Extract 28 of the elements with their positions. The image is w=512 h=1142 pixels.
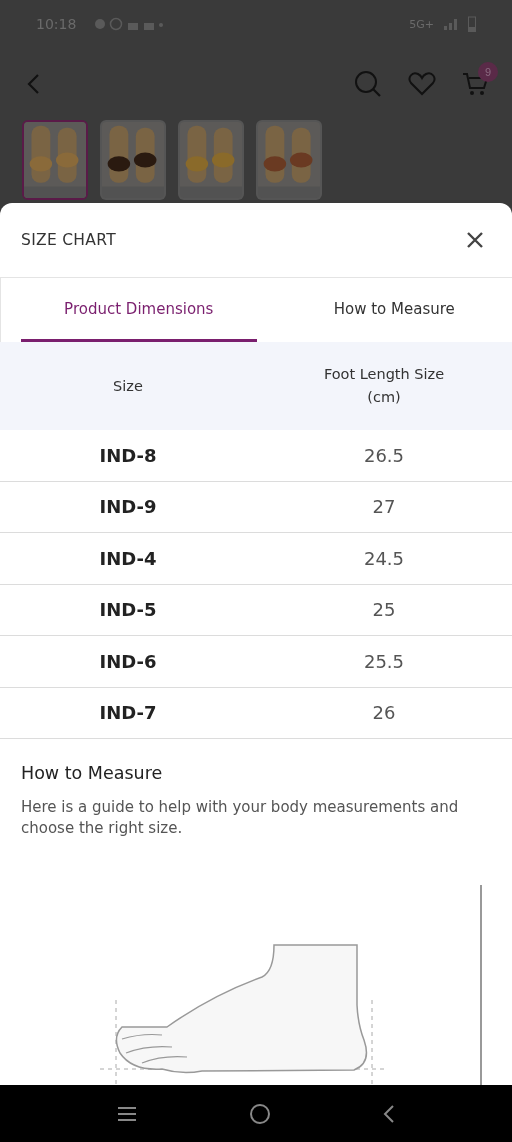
table-cell-text: IND-9 xyxy=(98,496,158,518)
search-button[interactable] xyxy=(354,70,382,98)
signal-icon xyxy=(444,18,458,30)
table-cell-text: IND-8 xyxy=(98,444,158,466)
recents-icon[interactable] xyxy=(115,1104,138,1123)
back-button[interactable] xyxy=(26,73,40,95)
section-heading: How to Measure xyxy=(21,763,164,783)
notification-icon xyxy=(94,17,165,31)
table-cell-text: 26 xyxy=(371,702,397,724)
table-cell-text: IND-6 xyxy=(98,650,158,672)
guide-text: Here is a guide to help with your body measurements and choose the right size. xyxy=(21,797,460,839)
table-cell-text: 27 xyxy=(371,496,397,518)
wishlist-button[interactable] xyxy=(408,72,436,96)
table-cell-text: IND-5 xyxy=(98,599,158,621)
table-cell-text: 25.5 xyxy=(362,650,406,672)
column-header: Size xyxy=(112,376,144,396)
sheet-title: SIZE CHART xyxy=(21,231,116,249)
cart-count-badge: 9 xyxy=(478,62,498,82)
table-cell-text: IND-7 xyxy=(98,702,158,724)
back-icon[interactable] xyxy=(382,1102,397,1125)
table-cell-text: 25 xyxy=(371,599,397,621)
table-cell-text: 24.5 xyxy=(362,547,406,569)
table-cell-text: IND-4 xyxy=(98,547,158,569)
table-cell-text: 26.5 xyxy=(362,444,406,466)
home-icon[interactable] xyxy=(249,1102,271,1125)
close-button[interactable] xyxy=(466,231,484,249)
battery-icon xyxy=(468,16,476,32)
column-header: Foot Length Size (cm) xyxy=(322,365,446,407)
